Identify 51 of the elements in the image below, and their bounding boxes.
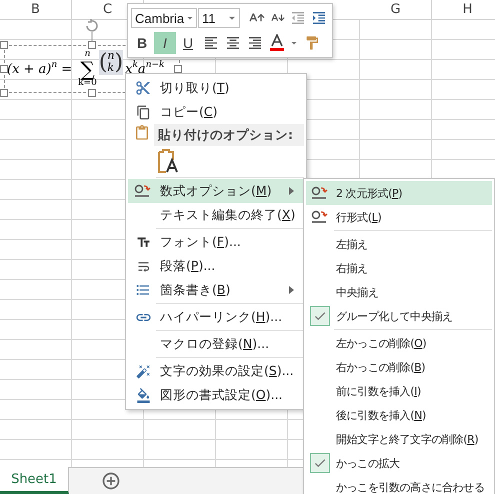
checkbox[interactable]	[310, 306, 330, 326]
menu-item[interactable]: コピー(C)	[128, 100, 304, 124]
menu-item[interactable]: フォント(F)...	[128, 230, 304, 254]
menu-item[interactable]: 図形の書式設定(O)...	[128, 383, 304, 407]
menu-item[interactable]: グループ化して中央揃え	[306, 304, 492, 328]
column-header[interactable]: H	[432, 0, 495, 19]
menu-item[interactable]: 右揃え	[306, 256, 492, 280]
menu-item[interactable]: 開始文字と終了文字の削除(R)	[306, 427, 492, 451]
resize-handle[interactable]	[0, 89, 8, 97]
checkbox[interactable]	[310, 453, 330, 473]
menu-item[interactable]: 後に引数を挿入(N)	[306, 403, 492, 427]
rotate-handle-icon[interactable]	[84, 18, 100, 42]
menu-item[interactable]: 左揃え	[306, 232, 492, 256]
menu-section-header: 貼り付けのオプション:	[154, 124, 304, 146]
menu-item[interactable]: 右かっこの削除(B)	[306, 355, 492, 379]
menu-item[interactable]: 左かっこの削除(O)	[306, 331, 492, 355]
menu-item[interactable]: 前に引数を挿入(I)	[306, 379, 492, 403]
paste-text-only-icon[interactable]	[156, 148, 180, 174]
sheet-tab[interactable]: Sheet1	[0, 467, 69, 494]
menu-item[interactable]: マクロの登録(N)...	[128, 332, 304, 356]
underline-button[interactable]: U	[177, 32, 199, 54]
menu-item[interactable]: 箇条書き(B)	[128, 278, 304, 302]
font-size-dropdown[interactable]: 11	[198, 8, 240, 28]
menu-item[interactable]: 中央揃え	[306, 280, 492, 304]
resize-handle[interactable]	[0, 41, 8, 49]
scissors-icon	[135, 80, 151, 96]
copy-icon	[136, 104, 150, 120]
resize-handle[interactable]	[88, 41, 96, 49]
font-name-dropdown[interactable]: Cambria	[131, 8, 197, 28]
column-header[interactable]: B	[0, 0, 72, 19]
bullet-list-icon	[135, 282, 151, 298]
summation: n ∑ k=0	[78, 50, 97, 88]
resize-handle[interactable]	[88, 89, 96, 97]
italic-button[interactable]: I	[154, 32, 176, 54]
paint-bucket-icon	[136, 388, 150, 402]
font-icon	[136, 234, 150, 250]
menu-item[interactable]: テキスト編集の終了(X)	[128, 203, 304, 227]
menu-item[interactable]: かっこを引数の高さに合わせる	[306, 475, 492, 494]
column-header[interactable]: G	[360, 0, 432, 19]
menu-item[interactable]: 行形式(L)	[306, 205, 492, 229]
resize-handle[interactable]	[174, 65, 182, 73]
add-sheet-icon[interactable]	[101, 471, 121, 491]
menu-item[interactable]: 段落(P)...	[128, 254, 304, 278]
menu-item[interactable]: かっこの拡大	[306, 451, 492, 475]
text-effect-icon	[136, 364, 150, 378]
clipboard-icon	[134, 125, 150, 141]
menu-item[interactable]: ハイパーリンク(H)...	[128, 305, 304, 329]
menu-item[interactable]: 2 次元形式(P)	[306, 181, 492, 205]
menu-item[interactable]: 文字の効果の設定(S)...	[128, 359, 304, 383]
menu-item[interactable]: 数式オプション(M)	[128, 179, 304, 203]
resize-handle[interactable]	[0, 65, 8, 73]
